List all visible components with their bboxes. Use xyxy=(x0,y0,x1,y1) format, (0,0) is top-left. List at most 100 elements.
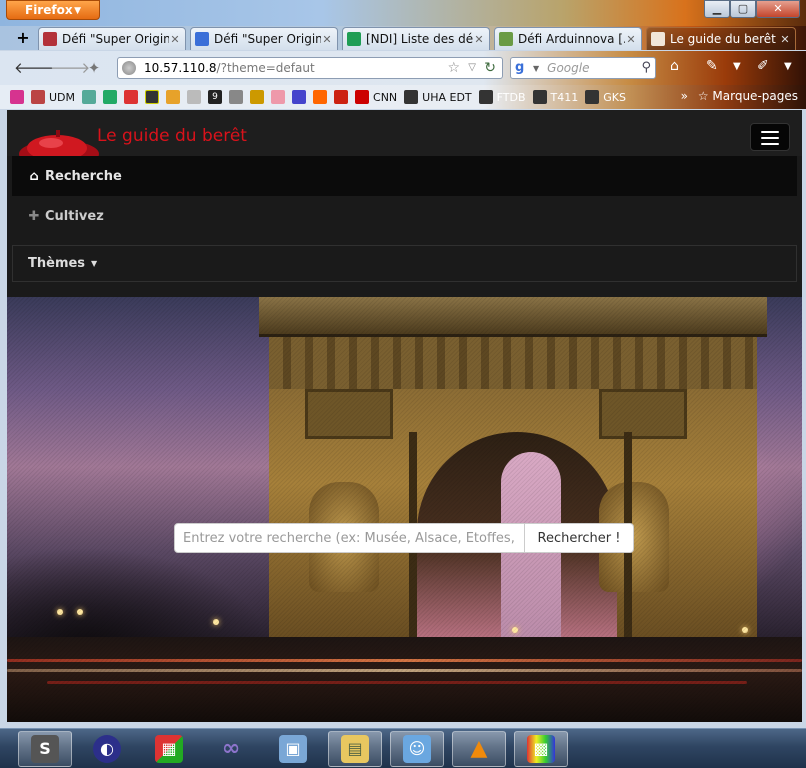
bookmark-item[interactable] xyxy=(82,90,97,104)
bookmark-item[interactable]: FTDB xyxy=(478,90,526,104)
taskbar-finder[interactable]: ☺ xyxy=(390,731,444,767)
visual-studio-icon: ∞ xyxy=(221,736,241,761)
home-icon[interactable]: ⌂ xyxy=(670,58,679,74)
bookmark-item[interactable] xyxy=(103,90,118,104)
taskbar-windows-store[interactable]: ▦ xyxy=(142,731,196,767)
history-dropdown-icon[interactable]: ▽ xyxy=(468,62,476,73)
taskbar-media-player[interactable]: ▩ xyxy=(514,731,568,767)
search-input[interactable] xyxy=(174,523,525,553)
close-button[interactable]: ✕ xyxy=(756,0,800,18)
close-tab-icon[interactable]: ✕ xyxy=(779,33,791,46)
close-tab-icon[interactable]: ✕ xyxy=(169,33,181,46)
chevron-down-icon[interactable]: ▼ xyxy=(784,61,792,72)
tools-icon[interactable]: ✎ xyxy=(706,58,718,74)
bookmark-icon xyxy=(404,90,419,104)
bookmark-item[interactable] xyxy=(10,90,24,104)
tab-favicon-icon xyxy=(43,32,57,46)
windows-store-icon: ▦ xyxy=(155,735,183,763)
site-identity-icon[interactable] xyxy=(122,61,136,75)
tab-label: [NDI] Liste des défis xyxy=(366,32,473,46)
bookmark-label: UDM xyxy=(49,90,76,104)
bookmark-item[interactable]: T411 xyxy=(532,90,578,104)
bookmark-label: FTDB xyxy=(496,90,526,104)
chevron-right-icon[interactable]: » xyxy=(681,89,688,103)
home-puzzle-icon[interactable]: ✦ xyxy=(84,58,104,78)
bookmark-icon xyxy=(313,90,328,104)
taskbar-file-explorer[interactable]: ▤ xyxy=(328,731,382,767)
bookmark-label: UHA EDT xyxy=(422,90,472,104)
bookmark-item[interactable] xyxy=(334,90,349,104)
search-icon[interactable]: ⚲ xyxy=(641,60,651,75)
bookmark-item[interactable] xyxy=(187,90,202,104)
reload-icon[interactable]: ↻ xyxy=(484,60,496,76)
bookmark-icon: 9 xyxy=(208,90,223,104)
nav-item-cultivez[interactable]: ✚ Cultivez xyxy=(12,196,797,236)
bookmark-icon xyxy=(478,90,493,104)
bookmark-item[interactable]: UDM xyxy=(31,90,75,104)
search-box[interactable]: g ▼ Google ⚲ xyxy=(510,57,656,79)
nav-item-recherche[interactable]: ⌂ Recherche xyxy=(12,156,797,196)
addon-icon[interactable]: ✐ xyxy=(757,58,769,74)
forward-arrow-icon[interactable]: 🡒 xyxy=(50,58,90,78)
bookmark-item[interactable] xyxy=(229,90,244,104)
taskbar-vlc[interactable]: ▲ xyxy=(452,731,506,767)
close-tab-icon[interactable]: ✕ xyxy=(625,33,637,46)
bookmarks-menu[interactable]: » ☆ Marque-pages xyxy=(681,89,798,103)
tab-4[interactable]: Défi Arduinnova [... ✕ xyxy=(494,27,642,50)
taskbar-sublime-text[interactable]: S xyxy=(18,731,72,767)
close-tab-icon[interactable]: ✕ xyxy=(473,33,485,46)
bookmark-item[interactable] xyxy=(166,90,181,104)
bookmark-item[interactable]: GKS xyxy=(585,90,626,104)
chevron-down-icon[interactable]: ▼ xyxy=(733,61,741,72)
bookmarks-menu-label[interactable]: Marque-pages xyxy=(712,89,798,103)
bookmark-item[interactable]: UHA EDT xyxy=(404,90,472,104)
bookmark-icon xyxy=(166,90,181,104)
bookmark-icon xyxy=(250,90,265,104)
window-controls: ▁ ▢ ✕ xyxy=(704,0,800,18)
firefox-menu-button[interactable]: Firefox ▼ xyxy=(6,0,100,20)
tab-active[interactable]: Le guide du berêt ✕ xyxy=(646,27,796,50)
bookmark-item[interactable] xyxy=(292,90,307,104)
cnn-icon xyxy=(355,90,370,104)
bookmark-star-icon[interactable]: ☆ xyxy=(447,60,460,76)
bookmark-item[interactable] xyxy=(145,90,160,104)
nav-label: Recherche xyxy=(45,168,122,184)
bookmark-item[interactable] xyxy=(250,90,265,104)
bookmark-item[interactable]: 9 xyxy=(208,90,223,104)
tab-strip: + Défi "Super Origin... ✕ Défi "Super Or… xyxy=(0,26,806,50)
media-player-icon: ▩ xyxy=(527,735,555,763)
tab-2[interactable]: Défi "Super Origin... ✕ xyxy=(190,27,338,50)
tab-1[interactable]: Défi "Super Origin... ✕ xyxy=(38,27,186,50)
chevron-down-icon[interactable]: ▼ xyxy=(533,64,539,73)
bookmark-item[interactable] xyxy=(124,90,139,104)
menu-toggle-button[interactable] xyxy=(750,123,790,151)
bookmark-icon xyxy=(82,90,97,104)
minimize-button[interactable]: ▁ xyxy=(704,0,730,18)
bookmark-item[interactable] xyxy=(271,90,286,104)
google-icon[interactable]: g xyxy=(515,60,531,76)
hamburger-line xyxy=(761,143,779,145)
page-content: Le guide du berêt ⌂ Recherche ✚ Cultivez… xyxy=(7,110,802,722)
bookmark-item[interactable]: CNN xyxy=(355,90,397,104)
search-button[interactable]: Rechercher ! xyxy=(525,523,634,553)
site-brand[interactable]: Le guide du berêt xyxy=(97,126,247,146)
bookmark-icon xyxy=(145,90,160,104)
vlc-icon: ▲ xyxy=(470,736,488,761)
taskbar-virtualbox[interactable]: ▣ xyxy=(266,731,320,767)
address-bar[interactable]: 10.57.110.8 /?theme=defaut ☆ ▽ ↻ xyxy=(117,57,503,79)
bookmark-item[interactable] xyxy=(313,90,328,104)
new-tab-button[interactable]: + xyxy=(14,30,32,48)
bookmark-label: CNN xyxy=(373,90,398,104)
bookmarks-toolbar: UDM 9 CNN UHA EDT FTDB T411 GKS » ☆ Marq… xyxy=(0,85,806,109)
search-form: Rechercher ! xyxy=(174,523,634,553)
bookmark-icon xyxy=(532,90,547,104)
taskbar-eclipse[interactable]: ◐ xyxy=(80,731,134,767)
maximize-button[interactable]: ▢ xyxy=(730,0,756,18)
taskbar-visual-studio[interactable]: ∞ xyxy=(204,731,258,767)
nav-dropdown-themes[interactable]: Thèmes ▼ xyxy=(12,245,797,282)
back-arrow-icon[interactable]: 🡐 xyxy=(14,58,54,78)
bookmark-icon xyxy=(187,90,202,104)
tab-3[interactable]: [NDI] Liste des défis ✕ xyxy=(342,27,490,50)
close-tab-icon[interactable]: ✕ xyxy=(321,33,333,46)
bookmark-star-icon: ☆ xyxy=(697,89,709,103)
